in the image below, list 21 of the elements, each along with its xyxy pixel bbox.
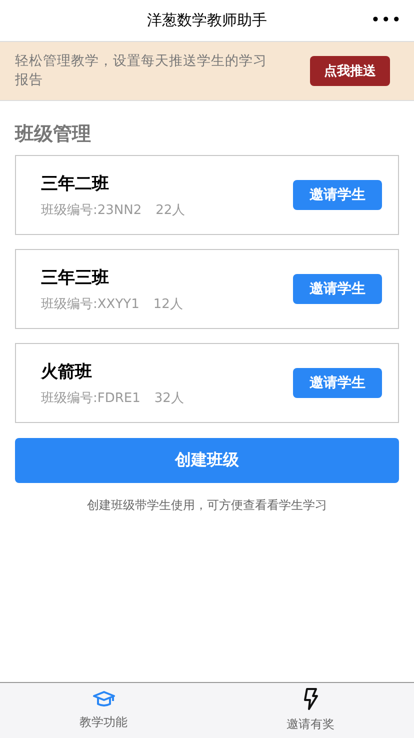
tab-item[interactable]: 邀请有奖: [207, 683, 414, 738]
page-title: 洋葱数学教师助手: [147, 11, 267, 30]
create-class-button[interactable]: 创建班级: [15, 438, 399, 483]
class-name: 三年三班: [41, 266, 110, 288]
section-title: 班级管理: [15, 122, 92, 147]
hint-text: 创建班级带学生使用，可方便查看看学生学习: [86, 497, 328, 514]
banner-text: 轻松管理教学，设置每天推送学生的学习报告: [15, 52, 268, 90]
invite-button[interactable]: 邀请学生: [293, 274, 382, 304]
class-name: 三年二班: [41, 172, 110, 194]
class-code: 班级编号:XXYY1: [41, 296, 140, 312]
class-code: 班级编号:23NN2: [41, 202, 142, 218]
class-code: 班级编号:FDRE1: [41, 390, 140, 406]
more-menu-button[interactable]: •••: [370, 10, 402, 29]
class-name: 火箭班: [41, 360, 93, 382]
invite-button[interactable]: 邀请学生: [293, 368, 382, 398]
student-count: 22人: [156, 202, 186, 218]
student-count: 32人: [154, 390, 184, 406]
student-count: 12人: [153, 296, 183, 312]
push-button[interactable]: 点我推送: [310, 56, 390, 86]
tab-item[interactable]: 教学功能: [0, 683, 207, 738]
invite-button[interactable]: 邀请学生: [293, 180, 382, 210]
